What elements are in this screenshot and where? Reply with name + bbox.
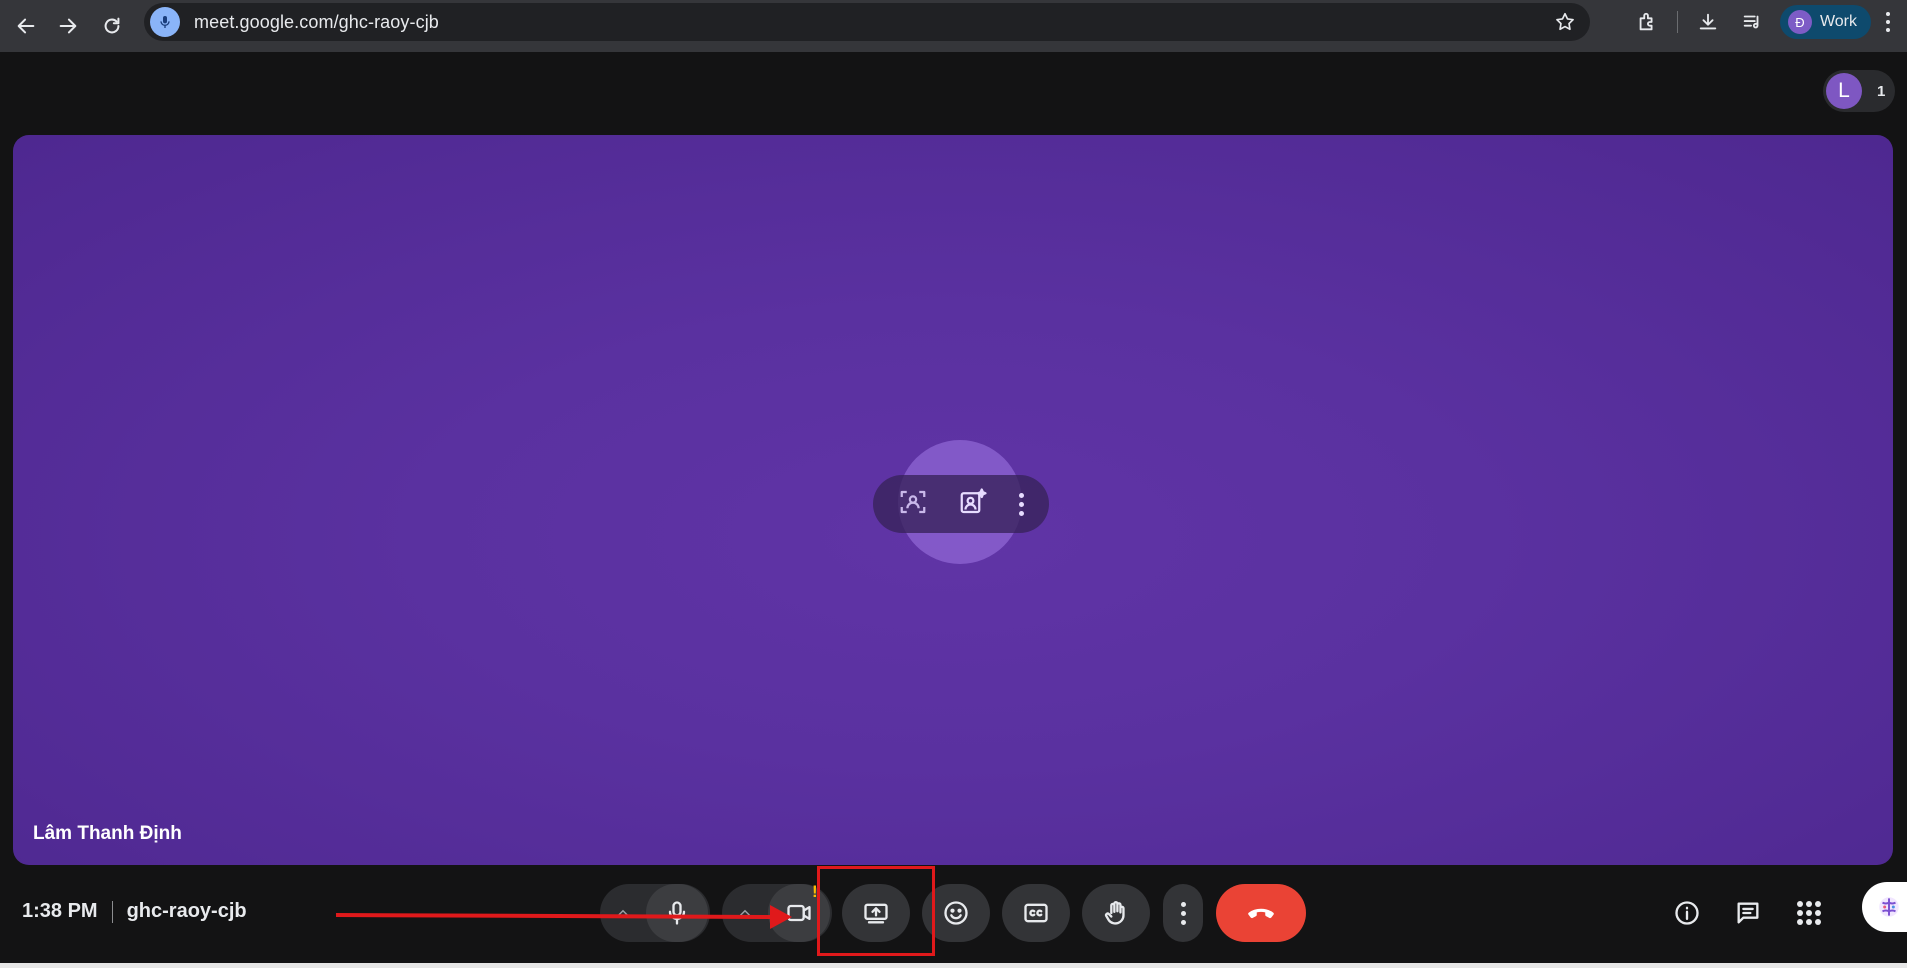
profile-name: Work [1819,13,1857,30]
gemini-icon [1879,897,1899,917]
meeting-time: 1:38 PM [22,900,98,922]
annotation-highlight-box [817,866,935,956]
bookmark-star-button[interactable] [1554,11,1576,33]
backgrounds-effects-icon [961,487,988,513]
more-vert-icon [1180,900,1186,927]
mic-icon [160,16,170,28]
tile-controls [873,475,1049,533]
camera-icon [787,904,811,922]
meeting-code: ghc-raoy-cjb [126,900,247,922]
chat-icon [1737,902,1759,924]
video-options-button[interactable] [722,904,768,922]
raise-hand-button[interactable] [1082,884,1150,942]
participant-avatar: L [1826,73,1862,109]
participants-chip[interactable]: L 1 [1823,70,1895,112]
chat-button[interactable] [1731,896,1765,930]
mic-permission-badge[interactable] [150,7,180,37]
chevron-up-icon [617,909,629,916]
participant-name-label: Lâm Thanh Định [33,823,182,844]
forward-icon [59,18,77,34]
profile-button[interactable]: Đ Work [1779,5,1871,39]
framing-icon [900,490,926,513]
raise-hand-icon [1104,901,1125,925]
back-icon [17,18,35,34]
details-divider [111,900,113,923]
profile-avatar: Đ [1787,10,1812,34]
mic-button[interactable] [646,884,708,942]
reload-icon [104,17,120,34]
toolbar-divider [1676,11,1678,33]
emoji-icon [944,901,968,925]
star-icon [1556,12,1574,31]
more-options-button[interactable] [1163,884,1203,942]
gemini-button[interactable] [1862,882,1907,932]
chevron-up-icon [739,909,751,916]
participant-count: 1 [1877,82,1886,100]
audio-options-button[interactable] [600,904,646,922]
framing-button[interactable] [898,487,928,522]
toolbar-right: Đ Work [1625,0,1907,44]
extensions-icon [1639,12,1653,31]
forward-button[interactable] [50,8,86,44]
page-bottom-strip [0,963,1907,968]
participant-video-tile: Lâm Thanh Định [13,135,1893,865]
captions-icon [1024,903,1048,923]
media-queue-icon [1743,15,1759,29]
info-icon [1675,901,1699,925]
extensions-button[interactable] [1630,5,1664,39]
more-vert-icon [1018,491,1024,518]
captions-button[interactable] [1002,884,1070,942]
download-icon [1699,13,1717,30]
browser-toolbar: meet.google.com/ghc-raoy-cjb Đ Work [0,0,1907,52]
mic-icon [668,901,686,925]
end-call-icon [1248,908,1274,919]
media-button[interactable] [1735,5,1769,39]
leave-call-button[interactable] [1216,884,1306,942]
address-bar[interactable]: meet.google.com/ghc-raoy-cjb [144,3,1590,41]
visual-effects-button[interactable] [958,487,988,522]
meeting-info-button[interactable] [1670,896,1704,930]
apps-icon [1797,901,1821,925]
url-text[interactable]: meet.google.com/ghc-raoy-cjb [194,12,439,33]
tile-more-button[interactable] [1018,491,1024,518]
audio-control-group [600,884,710,942]
activities-button[interactable] [1792,896,1826,930]
browser-menu-button[interactable] [1875,5,1901,39]
back-button[interactable] [8,8,44,44]
more-icon [1886,10,1890,34]
reload-button[interactable] [94,8,130,44]
meeting-details: 1:38 PM ghc-raoy-cjb [22,900,247,923]
downloads-button[interactable] [1691,5,1725,39]
